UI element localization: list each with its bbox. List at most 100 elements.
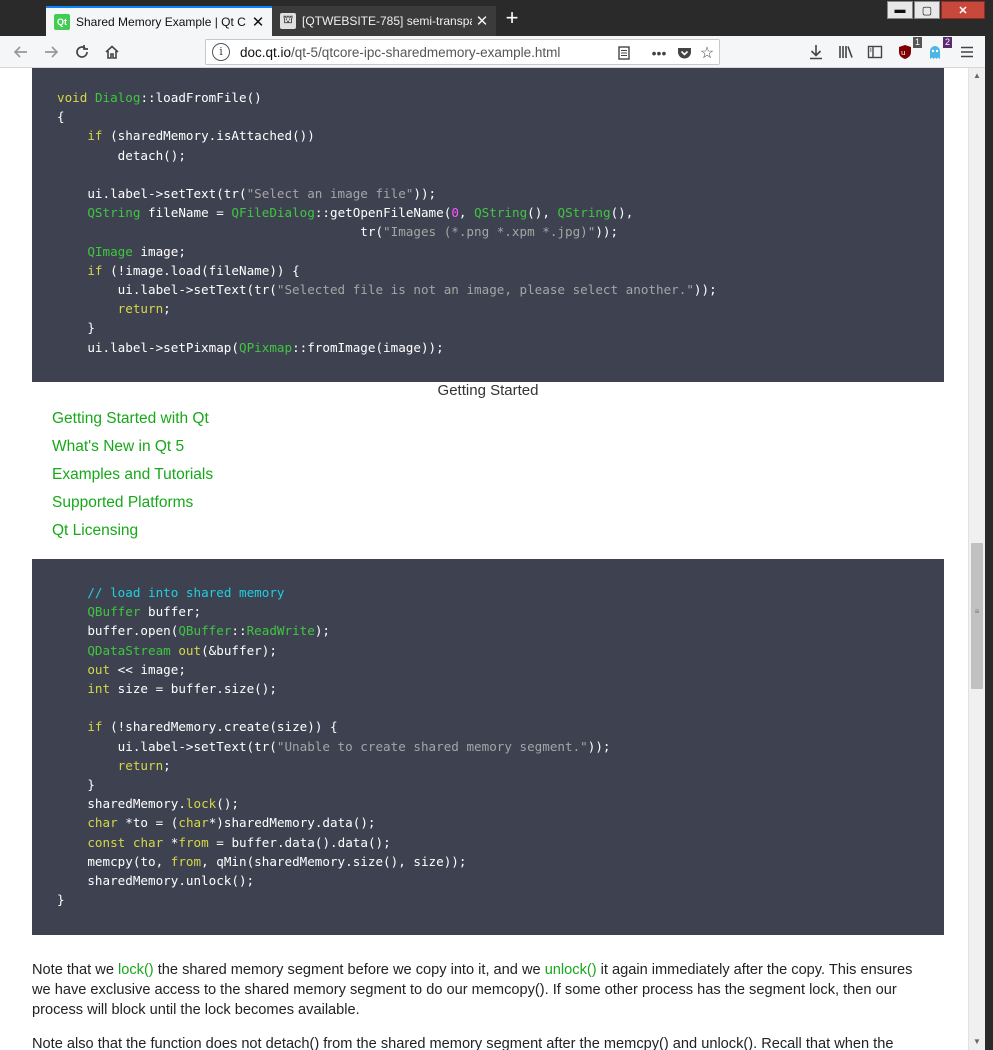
qt-favicon-icon: Qt: [54, 14, 70, 30]
link-examples-and-tutorials[interactable]: Examples and Tutorials: [52, 464, 213, 492]
code-token: ::loadFromFile(): [140, 90, 262, 105]
getting-started-heading: Getting Started: [437, 382, 539, 399]
scroll-up-arrow-icon[interactable]: ▲: [969, 68, 985, 84]
code-token: ::: [231, 623, 247, 639]
code-token: buffer.open(: [57, 623, 179, 639]
url-text[interactable]: doc.qt.io/qt-5/qtcore-ipc-sharedmemory-e…: [240, 45, 560, 60]
code-token: 0: [451, 205, 459, 221]
download-icon[interactable]: [804, 40, 828, 64]
site-info-icon[interactable]: i: [212, 43, 230, 61]
maximize-button[interactable]: ▢: [914, 1, 940, 19]
reload-icon[interactable]: [70, 40, 94, 64]
code-token: ui.label->setText(tr(: [57, 186, 247, 202]
tab-close-icon[interactable]: ✕: [472, 12, 492, 30]
code-token: tr(: [57, 224, 384, 240]
browser-titlebar: Qt Shared Memory Example | Qt C ✕ ⛫ [QTW…: [0, 0, 993, 36]
ublock-badge: 1: [912, 37, 922, 48]
tab-close-icon[interactable]: ✕: [248, 13, 268, 31]
vertical-scrollbar[interactable]: ▲ ≡ ▼: [968, 68, 985, 1050]
code-comment: // load into shared memory: [87, 585, 285, 600]
code-token: out: [178, 642, 202, 658]
code-token: (),: [527, 205, 558, 221]
scroll-down-arrow-icon[interactable]: ▼: [969, 1034, 985, 1050]
tab-qtwebsite-785[interactable]: ⛫ [QTWEBSITE-785] semi-transpa ✕: [272, 6, 496, 36]
code-token: if: [87, 262, 103, 278]
scrollbar-grip-icon: ≡: [974, 607, 980, 616]
link-whats-new-in-qt5[interactable]: What's New in Qt 5: [52, 436, 213, 464]
code-token: }: [57, 320, 95, 336]
code-token: char: [87, 815, 118, 831]
page-actions-icon[interactable]: •••: [649, 43, 669, 63]
url-bar[interactable]: i doc.qt.io/qt-5/qtcore-ipc-sharedmemory…: [205, 39, 720, 65]
unlock-link[interactable]: unlock(): [545, 962, 597, 978]
new-tab-button[interactable]: +: [500, 7, 524, 31]
pocket-icon[interactable]: [674, 43, 694, 63]
code-token: (!image.load(fileName)) {: [102, 262, 300, 278]
code-token: "Selected file is not an image, please s…: [276, 282, 694, 298]
code-token: *: [163, 834, 179, 850]
code-token: Dialog: [94, 90, 141, 105]
code-token: ui.label->setPixmap(: [57, 339, 239, 355]
link-qt-licensing[interactable]: Qt Licensing: [52, 520, 213, 548]
back-arrow-icon[interactable]: [9, 40, 33, 64]
code-token: ));: [693, 282, 717, 298]
bookmark-star-icon[interactable]: ☆: [697, 43, 717, 63]
tab-shared-memory-example[interactable]: Qt Shared Memory Example | Qt C ✕: [46, 6, 272, 36]
link-getting-started-with-qt[interactable]: Getting Started with Qt: [52, 408, 213, 436]
code-token: memcpy(to,: [57, 853, 171, 869]
note-next-paragraph: Note also that the function does not det…: [32, 1034, 944, 1050]
scrollbar-thumb[interactable]: ≡: [971, 543, 983, 689]
code-token: *)sharedMemory.data();: [208, 815, 376, 831]
code-token: ReadWrite: [246, 623, 315, 639]
reader-view-icon[interactable]: [614, 43, 634, 63]
code-token: return: [117, 757, 164, 773]
code-token: ;: [163, 301, 171, 317]
code-token: image;: [132, 243, 186, 259]
link-supported-platforms[interactable]: Supported Platforms: [52, 492, 213, 520]
code-token: QString: [87, 205, 141, 221]
code-token: }: [57, 777, 95, 793]
library-icon[interactable]: [834, 40, 858, 64]
code-token: ));: [595, 224, 619, 240]
window-controls: ▬ ▢ ✕: [886, 1, 985, 19]
sidebar-icon[interactable]: [863, 40, 887, 64]
code-token: ,: [458, 205, 475, 221]
menu-icon[interactable]: [955, 40, 979, 64]
home-icon[interactable]: [100, 40, 124, 64]
lock-link[interactable]: lock(): [118, 962, 154, 978]
code-token: fileName =: [140, 205, 232, 221]
code-token: = buffer.data().data();: [208, 834, 391, 850]
note-paragraph: Note that we lock() the shared memory se…: [32, 960, 932, 1020]
code-token: ;: [163, 757, 171, 773]
code-token: if: [87, 128, 103, 144]
code-token: from: [178, 834, 209, 850]
code-token: detach();: [57, 147, 186, 163]
page-content: void Dialog::loadFromFile() { if (shared…: [8, 68, 968, 1050]
code-token: int: [87, 681, 111, 697]
navigation-toolbar: i doc.qt.io/qt-5/qtcore-ipc-sharedmemory…: [0, 36, 993, 68]
code-token: QFileDialog: [231, 205, 315, 221]
code-token: {: [57, 109, 65, 125]
getting-started-links: Getting Started with Qt What's New in Qt…: [52, 408, 213, 548]
forward-arrow-icon[interactable]: [39, 40, 63, 64]
code-token: << image;: [110, 661, 186, 677]
jira-favicon-icon: ⛫: [280, 13, 296, 29]
code-token: *to = (: [117, 815, 179, 831]
code-token: QString: [557, 205, 611, 221]
url-path: /qt-5/qtcore-ipc-sharedmemory-example.ht…: [291, 45, 561, 60]
code-token: (!sharedMemory.create(size)) {: [102, 719, 338, 735]
code-token: (),: [610, 205, 634, 221]
ublock-icon[interactable]: u 1: [893, 37, 922, 64]
ghostery-icon[interactable]: 2: [923, 37, 952, 64]
close-window-button[interactable]: ✕: [941, 1, 985, 19]
minimize-button[interactable]: ▬: [887, 1, 913, 19]
